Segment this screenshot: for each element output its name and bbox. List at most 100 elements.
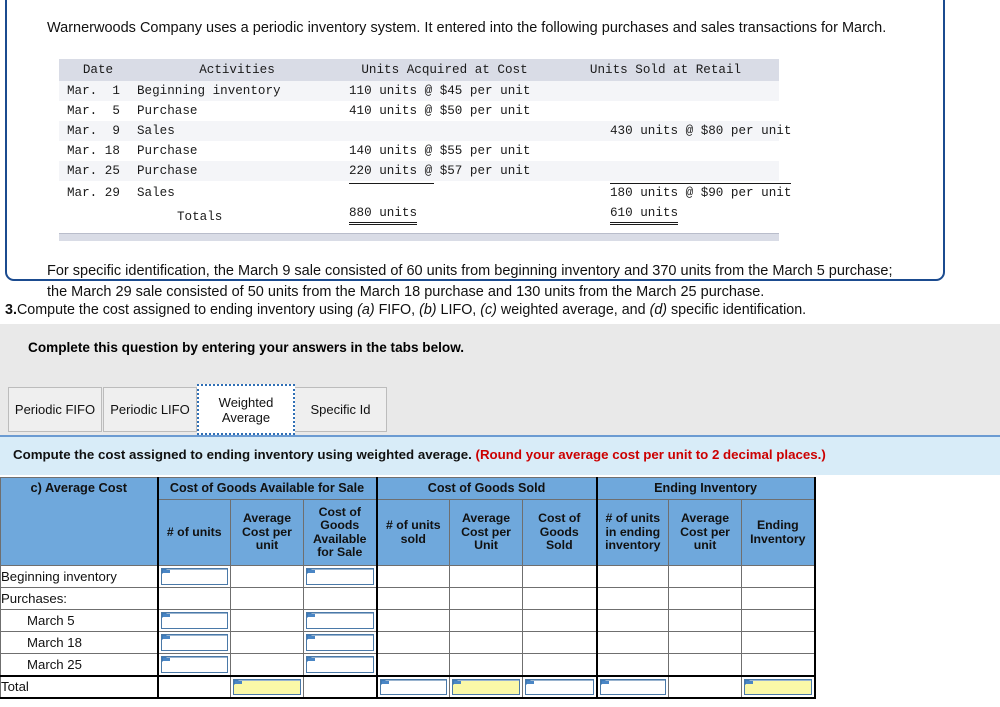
intro-paragraph: Warnerwoods Company uses a periodic inve… [47, 18, 902, 39]
row-label-march-25: March 25 [1, 654, 158, 676]
cell-units-sold [377, 588, 450, 610]
corner-label: c) Average Cost [1, 478, 158, 566]
inventory-body: Mar. 1 Beginning inventory 110 units @ $… [59, 81, 779, 227]
table-row: Purchases: [1, 588, 815, 610]
cell-cogs-sold[interactable] [523, 676, 597, 698]
group-header-ending-inventory: Ending Inventory [597, 478, 815, 500]
cell-cogs-available[interactable] [304, 566, 377, 588]
cell-cogs-available[interactable] [304, 632, 377, 654]
input-units-available[interactable] [161, 656, 229, 673]
tab-periodic-fifo[interactable]: Periodic FIFO [8, 387, 102, 432]
cell-units-sold[interactable] [377, 676, 450, 698]
tab-weighted-average[interactable]: Weighted Average [197, 384, 295, 435]
cell-units-available[interactable] [158, 632, 231, 654]
row-activity: Purchase [137, 101, 337, 121]
row-sold [552, 161, 779, 181]
cell-units-sold [377, 566, 450, 588]
input-cogs-sold[interactable] [525, 679, 594, 695]
row-label-beginning-inventory: Beginning inventory [1, 566, 158, 588]
info-bar-note: (Round your average cost per unit to 2 d… [476, 447, 826, 462]
cell-cogs-available [304, 676, 377, 698]
totals-label: Totals [137, 203, 337, 227]
row-sold: 180 units @ $90 per unit [552, 181, 779, 203]
inventory-header-row: Date Activities Units Acquired at Cost U… [59, 59, 779, 81]
row-label-march-18: March 18 [1, 632, 158, 654]
input-avg-cost-sold[interactable] [452, 679, 520, 695]
subheader-units-ending: # of units in ending inventory [597, 500, 669, 566]
requirement-number: 3. [5, 302, 17, 318]
row-date: Mar. 25 [59, 161, 137, 181]
cell-units-sold [377, 632, 450, 654]
requirement-text-b: LIFO, [437, 302, 481, 318]
subheader-avg-cost-sold: Average Cost per Unit [450, 500, 523, 566]
input-cogs-available[interactable] [306, 634, 374, 651]
row-activity: Purchase [137, 161, 337, 181]
input-avg-cost-available[interactable] [233, 679, 301, 695]
cell-ending-inventory[interactable] [742, 676, 815, 698]
requirement-text-d: specific identification. [667, 302, 806, 318]
requirement-text-1: Compute the cost assigned to ending inve… [17, 302, 357, 318]
cell-ending-inventory [742, 566, 815, 588]
input-cogs-available[interactable] [306, 656, 374, 673]
cell-units-available[interactable] [158, 610, 231, 632]
answer-grid: c) Average Cost Cost of Goods Available … [0, 477, 814, 699]
row-sold-value: 180 units @ $90 per unit [610, 183, 791, 201]
cell-units-available[interactable] [158, 566, 231, 588]
table-row: Beginning inventory [1, 566, 815, 588]
input-units-available[interactable] [161, 634, 229, 651]
row-date: Mar. 5 [59, 101, 137, 121]
cell-cogs-sold [523, 632, 597, 654]
row-label-purchases: Purchases: [1, 588, 158, 610]
requirement-label-c: (c) [480, 302, 497, 318]
subheader-avg-cost-ending: Average Cost per unit [669, 500, 742, 566]
inventory-header-sold: Units Sold at Retail [552, 59, 779, 81]
table-row: Mar. 29 Sales 180 units @ $90 per unit [59, 181, 779, 203]
cell-avg-cost-sold [450, 610, 523, 632]
cell-avg-cost-available[interactable] [231, 676, 304, 698]
row-date: Mar. 1 [59, 81, 137, 101]
row-acquired: 110 units @ $45 per unit [337, 81, 552, 101]
cell-cogs-available[interactable] [304, 610, 377, 632]
input-cogs-available[interactable] [306, 568, 374, 585]
inventory-table-footer-bar [59, 233, 779, 241]
cell-units-available[interactable] [158, 654, 231, 676]
cell-units-ending[interactable] [597, 676, 669, 698]
requirement-text-a: FIFO, [375, 302, 419, 318]
cell-units-available [158, 676, 231, 698]
totals-spacer [59, 203, 137, 227]
cell-avg-cost-available [231, 632, 304, 654]
row-sold [552, 141, 779, 161]
cell-units-ending [597, 588, 669, 610]
row-activity: Sales [137, 121, 337, 141]
inventory-header-acquired: Units Acquired at Cost [337, 59, 552, 81]
input-ending-inventory[interactable] [744, 679, 812, 695]
inventory-table-wrapper: Date Activities Units Acquired at Cost U… [59, 59, 779, 227]
cell-cogs-available[interactable] [304, 654, 377, 676]
answer-table-body: Beginning inventory Purchases: [1, 566, 815, 698]
row-date: Mar. 29 [59, 181, 137, 203]
inventory-totals-row: Totals 880 units 610 units [59, 203, 779, 227]
input-units-available[interactable] [161, 612, 229, 629]
inventory-table: Date Activities Units Acquired at Cost U… [59, 59, 779, 227]
row-acquired: 410 units @ $50 per unit [337, 101, 552, 121]
subheader-cogs-sold: Cost of Goods Sold [523, 500, 597, 566]
cell-avg-cost-sold[interactable] [450, 676, 523, 698]
cell-ending-inventory [742, 610, 815, 632]
input-units-ending[interactable] [600, 679, 667, 695]
subheader-units-available: # of units [158, 500, 231, 566]
cell-units-ending [597, 566, 669, 588]
cell-ending-inventory [742, 654, 815, 676]
row-activity: Purchase [137, 141, 337, 161]
input-cogs-available[interactable] [306, 612, 374, 629]
row-sold [552, 81, 779, 101]
input-units-sold[interactable] [380, 679, 448, 695]
input-units-available[interactable] [161, 568, 229, 585]
cell-avg-cost-ending [669, 654, 742, 676]
tab-periodic-lifo[interactable]: Periodic LIFO [103, 387, 197, 432]
cell-avg-cost-available [231, 566, 304, 588]
table-row: Mar. 18 Purchase 140 units @ $55 per uni… [59, 141, 779, 161]
cell-cogs-sold [523, 588, 597, 610]
inventory-header-activities: Activities [137, 59, 337, 81]
row-sold [552, 101, 779, 121]
tab-specific-id[interactable]: Specific Id [294, 387, 387, 432]
